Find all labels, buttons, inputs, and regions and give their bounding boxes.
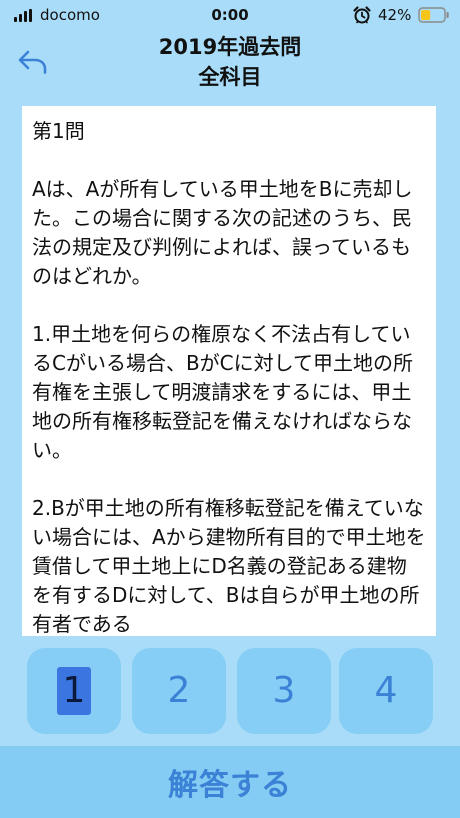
choice-label: 2 xyxy=(167,670,191,711)
page-title: 2019年過去問 xyxy=(158,35,302,59)
choice-button-1[interactable]: 1 xyxy=(27,648,121,734)
status-bar: docomo 0:00 42% xyxy=(0,0,460,30)
alarm-clock-icon xyxy=(353,6,371,24)
choice-button-2[interactable]: 2 xyxy=(132,648,226,734)
page-subtitle: 全科目 xyxy=(198,65,262,89)
battery-percent: 42% xyxy=(378,6,412,24)
question-card[interactable]: 第1問 Aは、Aが所有している甲土地をBに売却した。この場合に関する次の記述のう… xyxy=(22,106,436,636)
choice-label: 3 xyxy=(272,670,296,711)
battery-icon xyxy=(418,7,449,23)
choice-label: 1 xyxy=(57,667,91,715)
choice-button-4[interactable]: 4 xyxy=(339,648,433,734)
choice-label: 4 xyxy=(374,670,398,711)
question-text: 第1問 Aは、Aが所有している甲土地をBに売却した。この場合に関する次の記述のう… xyxy=(32,119,426,636)
nav-bar: 2019年過去問 全科目 xyxy=(0,30,460,94)
battery-level-fill xyxy=(421,10,431,20)
submit-answer-button[interactable]: 解答する xyxy=(0,746,460,818)
choice-button-3[interactable]: 3 xyxy=(237,648,331,734)
submit-label: 解答する xyxy=(168,768,292,803)
